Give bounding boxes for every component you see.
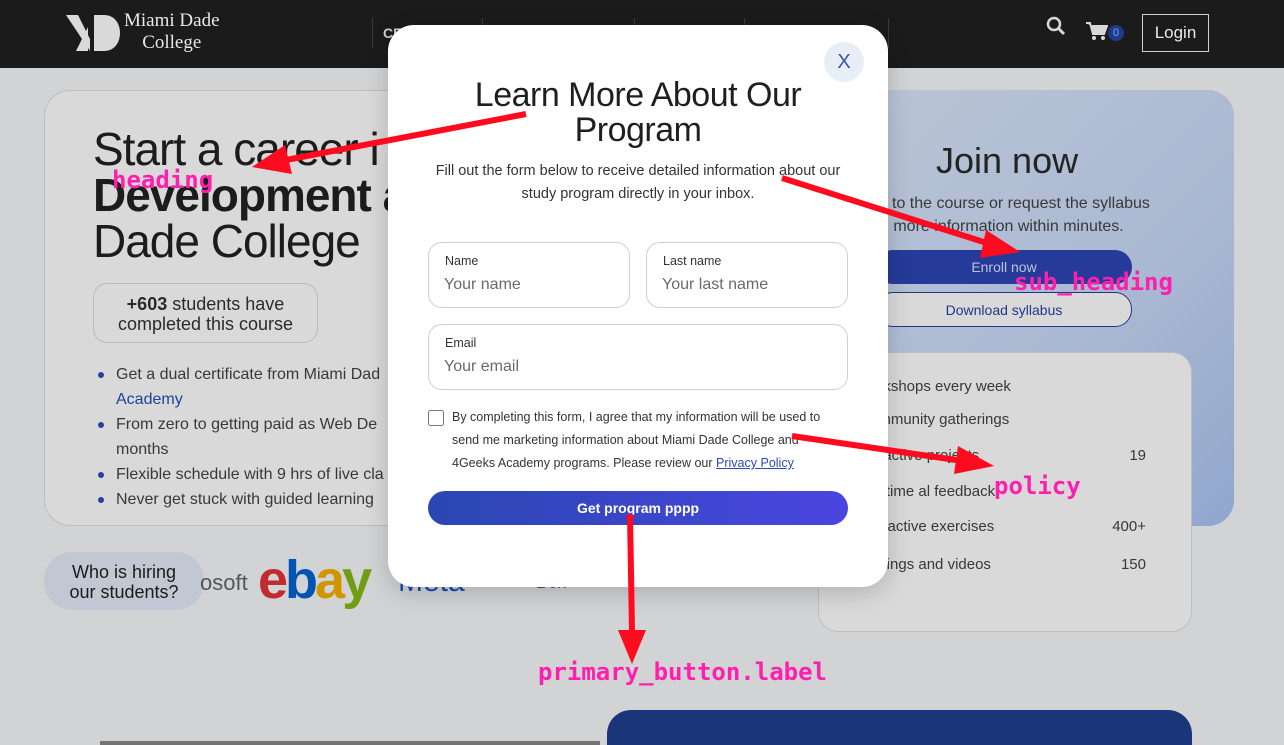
modal-heading: Learn More About Our Program bbox=[438, 78, 838, 148]
brand-line-2: College bbox=[142, 32, 202, 53]
primary-button-annotation: primary_button.label bbox=[538, 658, 827, 686]
close-modal-button[interactable]: X bbox=[824, 42, 864, 82]
search-icon[interactable] bbox=[1046, 16, 1066, 36]
email-label: Email bbox=[445, 336, 477, 350]
name-field[interactable]: Name bbox=[428, 242, 630, 308]
brand-name[interactable]: Miami Dade College bbox=[124, 10, 220, 54]
consent-checkbox[interactable] bbox=[428, 410, 444, 426]
modal-heading-line-1: Learn More About Our bbox=[474, 76, 802, 114]
brand-line-1: Miami Dade bbox=[124, 10, 220, 31]
sub-heading-annotation: sub_heading bbox=[1014, 268, 1173, 296]
privacy-policy-link[interactable]: Privacy Policy bbox=[716, 456, 794, 470]
consent-line-3-text: 4Geeks Academy programs. Please review o… bbox=[452, 456, 713, 470]
login-button[interactable]: Login bbox=[1142, 14, 1209, 52]
consent-text: By completing this form, I agree that my… bbox=[452, 406, 832, 475]
last-name-label: Last name bbox=[663, 254, 722, 268]
heading-annotation: heading bbox=[112, 166, 214, 194]
email-input[interactable] bbox=[444, 358, 832, 376]
policy-annotation: policy bbox=[994, 472, 1081, 500]
nav-item-5[interactable] bbox=[888, 18, 899, 48]
cart-icon[interactable] bbox=[1086, 21, 1108, 41]
college-logo-icon[interactable] bbox=[66, 15, 120, 51]
consent-line-1: By completing this form, I agree that my… bbox=[452, 410, 821, 424]
consent-line-3: 4Geeks Academy programs. Please review o… bbox=[452, 452, 832, 475]
modal-sub-heading: Fill out the form below to receive detai… bbox=[420, 160, 856, 206]
name-input[interactable] bbox=[444, 276, 614, 294]
consent-line-2: send me marketing information about Miam… bbox=[452, 433, 799, 447]
cart-count-badge: 0 bbox=[1108, 25, 1124, 41]
get-program-button[interactable]: Get program pppp bbox=[428, 491, 848, 525]
modal-sub-heading-line-1: Fill out the form below to receive detai… bbox=[435, 163, 841, 179]
last-name-field[interactable]: Last name bbox=[646, 242, 848, 308]
modal-sub-heading-line-2: study program directly in your inbox. bbox=[521, 186, 755, 202]
name-label: Name bbox=[445, 254, 479, 268]
last-name-input[interactable] bbox=[662, 276, 832, 294]
email-field[interactable]: Email bbox=[428, 324, 848, 390]
modal-heading-line-2: Program bbox=[574, 111, 702, 149]
